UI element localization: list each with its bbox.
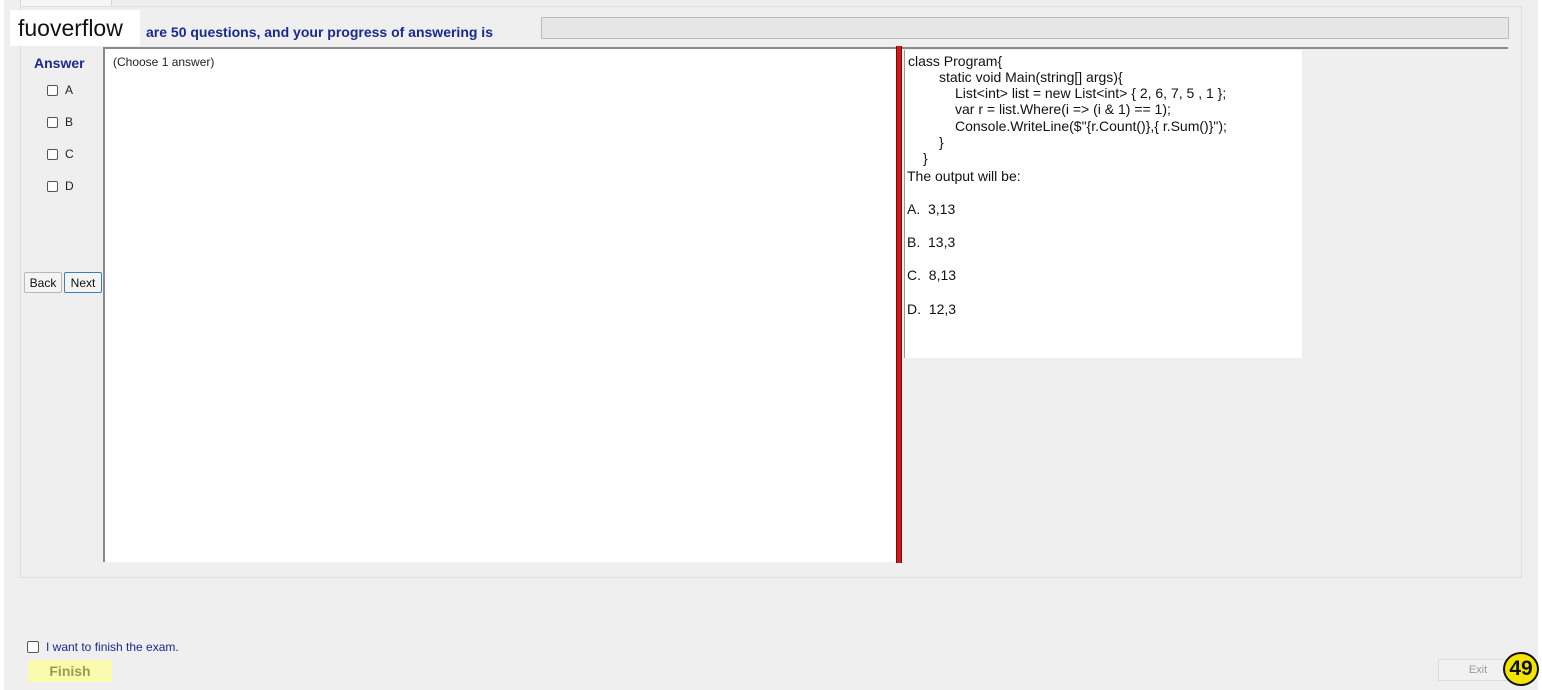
- finish-exam-label: I want to finish the exam.: [46, 640, 179, 654]
- option-b[interactable]: B: [47, 115, 73, 129]
- choice-d: D. 12,3: [907, 301, 957, 317]
- finish-exam-checkbox[interactable]: [27, 641, 39, 653]
- code-line: Console.WriteLine($"{r.Count()},{ r.Sum(…: [955, 118, 1227, 134]
- choice-c: C. 8,13: [907, 267, 957, 283]
- option-a-checkbox[interactable]: [47, 84, 58, 96]
- code-line: }: [923, 150, 928, 166]
- brand-logo: fuoverflow: [10, 10, 140, 46]
- code-line: static void Main(string[] args){: [939, 69, 1123, 85]
- instruction-text: (Choose 1 answer): [113, 55, 215, 69]
- code-line: List<int> list = new List<int> { 2, 6, 7…: [955, 85, 1227, 101]
- choice-b: B. 13,3: [907, 234, 956, 250]
- option-d[interactable]: D: [47, 179, 74, 193]
- option-b-checkbox[interactable]: [47, 116, 58, 128]
- back-button[interactable]: Back: [24, 272, 62, 293]
- question-number-badge: 49: [1503, 652, 1539, 686]
- option-d-label: D: [65, 179, 74, 193]
- option-c[interactable]: C: [47, 147, 74, 161]
- answer-area[interactable]: (Choose 1 answer): [103, 47, 897, 562]
- finish-exam-toggle[interactable]: I want to finish the exam.: [27, 640, 179, 654]
- code-line: var r = list.Where(i => (i & 1) == 1);: [955, 101, 1171, 117]
- option-c-label: C: [65, 147, 74, 161]
- option-b-label: B: [65, 115, 74, 129]
- answer-title: Answer: [34, 55, 85, 71]
- progress-text: are 50 questions, and your progress of a…: [146, 24, 493, 40]
- next-button[interactable]: Next: [64, 272, 102, 293]
- progress-bar: [541, 17, 1509, 39]
- option-a[interactable]: A: [47, 83, 73, 97]
- question-box: class Program{ static void Main(string[]…: [904, 50, 1302, 358]
- finish-button[interactable]: Finish: [28, 660, 112, 682]
- question-prompt: The output will be:: [907, 168, 1021, 184]
- option-a-label: A: [65, 83, 74, 97]
- option-c-checkbox[interactable]: [47, 148, 58, 160]
- option-d-checkbox[interactable]: [47, 180, 58, 192]
- code-line: }: [939, 134, 944, 150]
- choice-a: A. 3,13: [907, 201, 956, 217]
- code-line: class Program{: [908, 53, 1003, 69]
- question-panel: class Program{ static void Main(string[]…: [902, 47, 1508, 562]
